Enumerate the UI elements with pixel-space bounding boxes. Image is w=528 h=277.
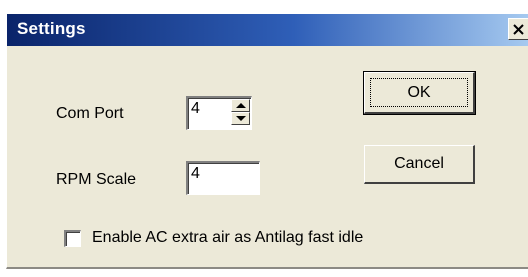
- window-title: Settings: [17, 19, 86, 38]
- close-button[interactable]: [508, 18, 528, 40]
- com-port-value: 4: [191, 100, 200, 117]
- arrow-up-icon: [236, 103, 246, 108]
- cancel-button[interactable]: Cancel: [364, 145, 475, 184]
- com-port-spinner[interactable]: 4: [186, 96, 252, 130]
- cancel-button-label: Cancel: [394, 155, 444, 172]
- title-bar[interactable]: Settings: [7, 14, 528, 46]
- rpm-scale-input[interactable]: 4: [186, 161, 260, 195]
- antilag-checkbox-label[interactable]: Enable AC extra air as Antilag fast idle: [92, 229, 363, 247]
- close-icon: [513, 23, 524, 35]
- com-port-label: Com Port: [56, 105, 124, 122]
- rpm-scale-label: RPM Scale: [56, 171, 137, 188]
- arrow-down-icon: [236, 116, 246, 121]
- spin-down-button[interactable]: [231, 112, 250, 125]
- antilag-checkbox[interactable]: [64, 230, 81, 247]
- spin-up-button[interactable]: [231, 99, 250, 112]
- settings-dialog: Settings Com Port 4 RPM Scale 4 OK Cance…: [6, 14, 528, 269]
- ok-button[interactable]: OK: [363, 71, 476, 115]
- ok-button-label: OK: [407, 83, 431, 101]
- rpm-scale-value: 4: [191, 165, 200, 182]
